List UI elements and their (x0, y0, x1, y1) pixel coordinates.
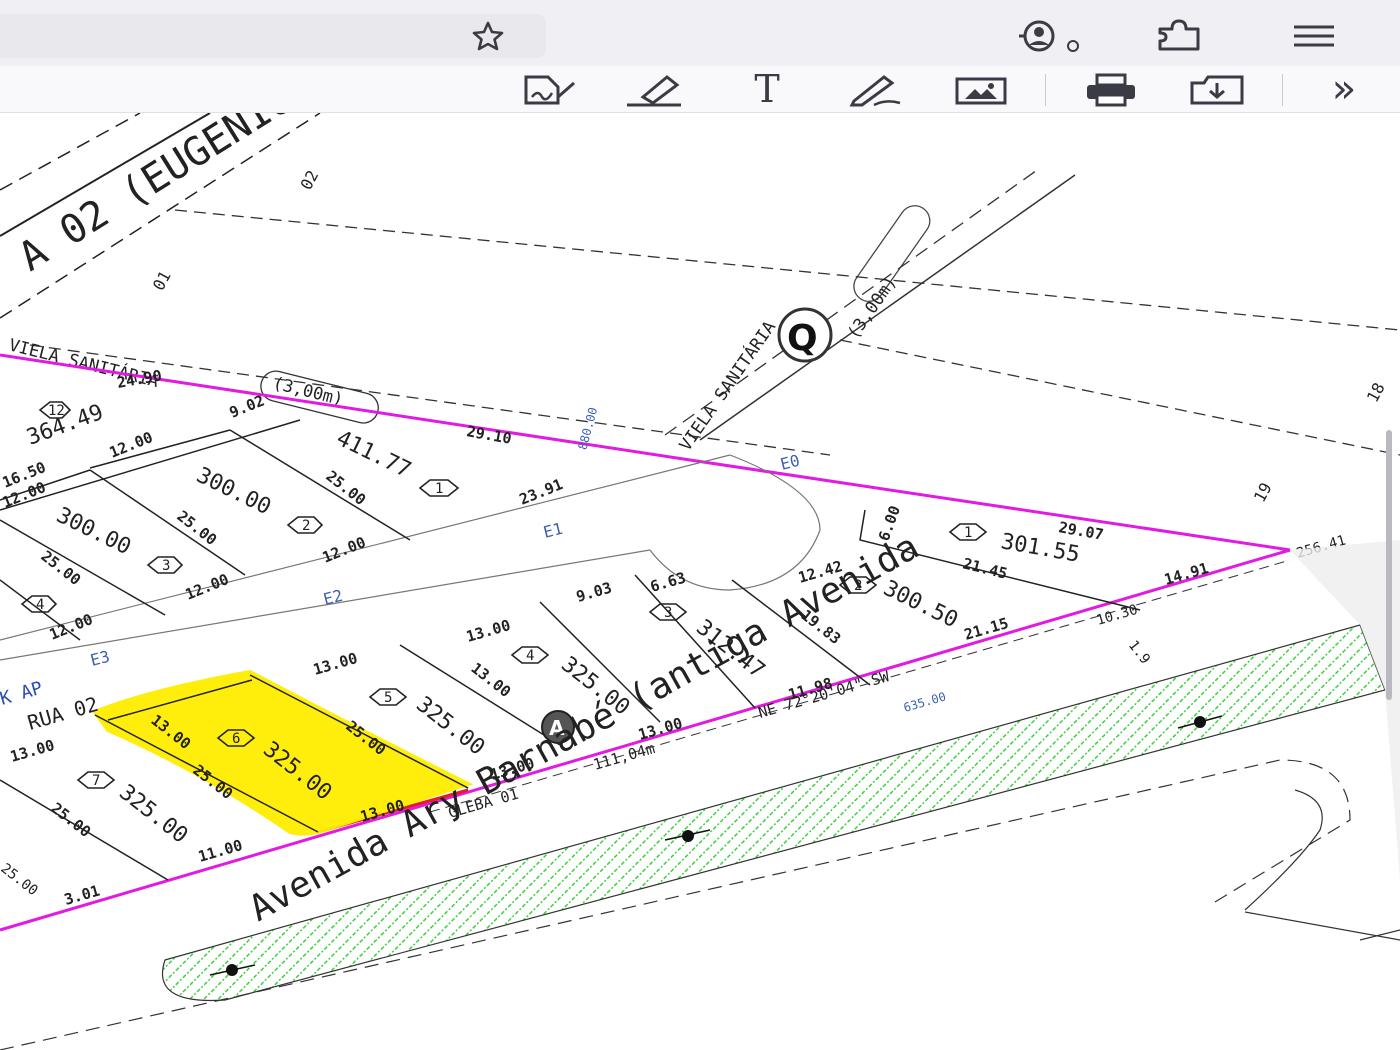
lot-number: 3 (162, 558, 170, 574)
lot-number: 5 (384, 690, 392, 706)
dim-label: 9.03 (574, 579, 614, 606)
length-label: 111,04m (591, 739, 657, 774)
viela-line (699, 174, 1076, 441)
highlight-icon[interactable] (622, 70, 688, 110)
svg-text:Q: Q (787, 318, 818, 359)
lot-number: 2 (302, 518, 310, 534)
dim-label: 21.45 (961, 554, 1009, 582)
block-label: 02 (296, 167, 322, 193)
dim-label: 13.00 (464, 616, 512, 646)
lot-number: 4 (36, 597, 44, 613)
address-bar[interactable] (0, 14, 546, 58)
text-icon[interactable]: T (734, 68, 800, 110)
dim-label: 12.00 (320, 533, 369, 567)
text-tool-glyph: T (754, 67, 780, 111)
block-label: 01 (149, 268, 175, 294)
road-label-e1: E1 (541, 519, 564, 542)
dim-label: 23.91 (517, 475, 566, 509)
lot-area: 300.00 (52, 503, 134, 560)
dim-label: 13.00 (311, 649, 359, 679)
more-glyph: » (1331, 66, 1357, 112)
draw-icon[interactable] (842, 70, 908, 110)
print-icon[interactable] (1078, 70, 1144, 110)
lot-area: 364.49 (24, 400, 107, 451)
length-small-label: 635.00 (902, 689, 948, 714)
lot-area: 300.00 (192, 463, 274, 520)
lot-area: 300.50 (879, 576, 961, 633)
dim-label: 12.00 (47, 610, 96, 644)
road-edge (1244, 789, 1323, 911)
lot-line (839, 339, 1400, 456)
road-label-e0: E0 (778, 451, 801, 474)
save-icon[interactable] (1184, 70, 1250, 110)
more-tools-icon[interactable]: » (1314, 68, 1374, 110)
viela-label-right: VIELA SANITÁRIA (674, 316, 780, 454)
toolbar-separator (1282, 74, 1283, 106)
browser-toolbar (0, 0, 1400, 66)
dim-label: 25.00 (323, 467, 370, 509)
lot-number: 1 (964, 525, 972, 541)
dim-label: 25.00 (48, 799, 95, 841)
sign-icon[interactable] (516, 70, 582, 110)
lot-area: 325.00 (114, 780, 192, 849)
image-icon[interactable] (948, 70, 1014, 110)
lot-number: 6 (232, 731, 240, 747)
lot-number: 1 (435, 481, 443, 497)
dim-label: 13.00 (468, 659, 515, 701)
pdf-document-view[interactable]: A 02 (EUGENIO 02 01 18 19 VIELA SANITÁRI… (0, 113, 1400, 1050)
bookmark-star-icon[interactable] (456, 14, 520, 58)
lot-number: 3 (664, 605, 672, 621)
lot-area: 325.00 (411, 692, 489, 761)
dim-label: 25.00 (0, 861, 41, 900)
lot-number: 4 (526, 648, 534, 664)
lot-number: 7 (92, 773, 100, 789)
dim-label: 13.00 (8, 736, 56, 766)
dim-label: 14.91 (1162, 559, 1210, 589)
site-plan-drawing: A 02 (EUGENIO 02 01 18 19 VIELA SANITÁRI… (0, 113, 1400, 1050)
lot-line (174, 209, 1400, 331)
rua-ap-label: K AP (0, 678, 45, 710)
dim-label: 9.02 (227, 391, 267, 421)
dim-label: 12.00 (183, 570, 232, 604)
dim-label: 29.10 (465, 422, 513, 448)
marker-q: Q (777, 307, 833, 363)
dim-label: 1.9 (1125, 638, 1153, 668)
pdf-toolbar: T » (0, 66, 1400, 113)
account-icon[interactable] (1012, 18, 1084, 54)
viela-width-right: (3,00m) (844, 273, 901, 343)
street-name-top: A 02 (EUGENIO (11, 113, 301, 280)
extensions-icon[interactable] (1150, 18, 1210, 54)
block-label: 19 (1250, 479, 1276, 505)
road-edge (0, 759, 1351, 1050)
toolbar-separator (1045, 74, 1046, 106)
road-label-e3: E3 (88, 647, 111, 670)
vertical-scrollbar[interactable] (1386, 430, 1392, 700)
dim-label: 6.63 (648, 569, 688, 596)
dim-label: 25.00 (38, 547, 85, 589)
menu-icon[interactable] (1284, 18, 1344, 54)
road-label-e2: E2 (321, 586, 344, 609)
